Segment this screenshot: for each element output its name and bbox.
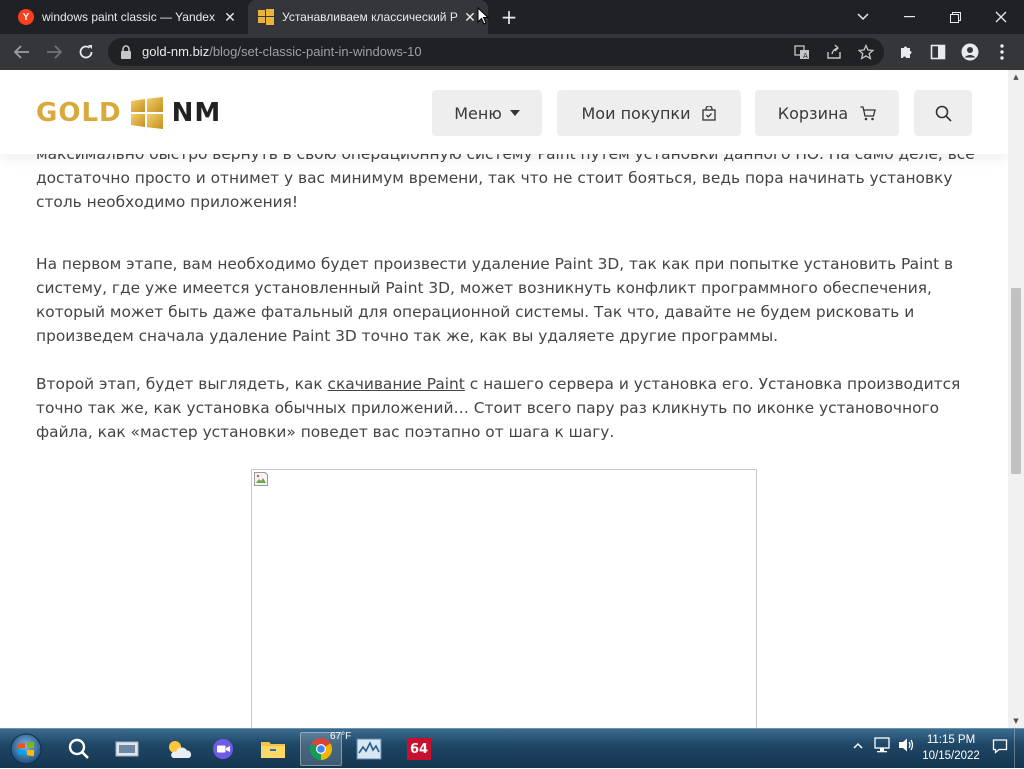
- url-domain: gold-nm.biz: [142, 44, 210, 59]
- svg-text:A: A: [803, 52, 808, 60]
- lock-icon[interactable]: [120, 45, 132, 59]
- teams-chat-button[interactable]: [202, 732, 244, 766]
- url-path: /blog/set-classic-paint-in-windows-10: [209, 44, 422, 59]
- site-logo[interactable]: GOLD NM: [36, 97, 221, 129]
- cart-button[interactable]: Корзина: [755, 90, 899, 136]
- cart-icon: [860, 105, 877, 121]
- close-window-button[interactable]: [978, 0, 1024, 34]
- windows-logo-icon: [258, 9, 274, 25]
- search-icon: [935, 105, 952, 122]
- folder-icon: [261, 742, 285, 758]
- forward-button[interactable]: [42, 40, 66, 64]
- tab-title: Устанавливаем классический Pa: [282, 10, 458, 24]
- share-icon[interactable]: [824, 42, 844, 62]
- my-purchases-button[interactable]: Мои покупки: [557, 90, 741, 136]
- article-paragraph: На первом этапе, вам необходимо будет пр…: [36, 255, 954, 345]
- menu-button[interactable]: Меню: [432, 90, 542, 136]
- side-panel-icon[interactable]: [926, 40, 950, 64]
- tab-title: windows paint classic — Yandex: [42, 10, 215, 24]
- windows-taskbar: 67°F 64 11:15 PM 10/15/2022: [0, 728, 1024, 769]
- paragraph-text: Второй этап, будет выглядеть, как: [36, 375, 328, 393]
- volume-icon[interactable]: [898, 737, 916, 756]
- start-button[interactable]: [6, 731, 46, 767]
- tab-close-icon[interactable]: ✕: [462, 9, 478, 25]
- profile-avatar-icon[interactable]: [958, 40, 982, 64]
- bookmark-star-icon[interactable]: [856, 42, 876, 62]
- system-clock[interactable]: 11:15 PM 10/15/2022: [918, 732, 984, 764]
- task-view-button[interactable]: [106, 732, 148, 766]
- network-icon[interactable]: [874, 737, 892, 756]
- back-button[interactable]: [10, 40, 34, 64]
- tab-close-icon[interactable]: ✕: [222, 9, 238, 25]
- clock-date: 10/15/2022: [922, 750, 980, 762]
- minimize-button[interactable]: [886, 0, 932, 34]
- windows-logo-icon: [130, 97, 163, 129]
- cart-label: Корзина: [777, 103, 849, 123]
- weather-widget[interactable]: 67°F: [158, 731, 351, 766]
- aida64-button[interactable]: 64: [398, 732, 440, 766]
- windows-orb-icon: [10, 733, 42, 765]
- scrollbar-thumb[interactable]: [1011, 288, 1021, 474]
- new-tab-button[interactable]: +: [497, 5, 521, 29]
- search-button[interactable]: [914, 90, 972, 136]
- menu-label: Меню: [454, 103, 502, 123]
- logo-text-gold: GOLD: [36, 98, 122, 128]
- tab-strip: Y windows paint classic — Yandex ✕ Устан…: [0, 0, 1024, 34]
- weather-partly-cloudy-icon: [169, 741, 192, 758]
- restore-button[interactable]: [932, 0, 978, 34]
- clock-time: 11:15 PM: [926, 734, 976, 746]
- tab-yandex[interactable]: Y windows paint classic — Yandex ✕: [8, 0, 248, 34]
- show-hidden-icons-button[interactable]: [853, 739, 863, 753]
- tab-search-button[interactable]: [840, 0, 886, 34]
- page-viewport: GOLD NM Меню Мои покупки Корзина максима…: [0, 70, 1008, 728]
- download-paint-link[interactable]: скачивание Paint: [328, 375, 465, 393]
- broken-image-icon: [254, 472, 268, 486]
- shopping-bag-icon: [702, 105, 717, 121]
- reload-button[interactable]: [74, 40, 98, 64]
- my-purchases-label: Мои покупки: [581, 103, 691, 123]
- task-view-icon: [115, 741, 139, 757]
- article-paragraph: Второй этап, будет выглядеть, как скачив…: [36, 372, 976, 444]
- tab-active-article[interactable]: Устанавливаем классический Pa ✕: [248, 0, 488, 34]
- scroll-down-arrow-icon[interactable]: ▼: [1008, 714, 1024, 728]
- system-monitor-icon: [356, 738, 382, 760]
- extensions-icon[interactable]: [894, 40, 918, 64]
- chrome-taskbar-button[interactable]: [300, 732, 342, 766]
- scroll-up-arrow-icon[interactable]: ▲: [1008, 70, 1024, 84]
- video-chat-icon: [213, 739, 233, 759]
- article-image-placeholder: [251, 469, 757, 728]
- caret-down-icon: [509, 110, 520, 116]
- site-header: GOLD NM Меню Мои покупки Корзина: [0, 70, 1008, 154]
- search-icon: [68, 738, 89, 759]
- file-explorer-button[interactable]: [252, 732, 294, 766]
- show-desktop-button[interactable]: [1014, 729, 1024, 769]
- taskbar-search-button[interactable]: [58, 732, 100, 766]
- monitor-app-button[interactable]: [348, 732, 390, 766]
- url-text: gold-nm.biz/blog/set-classic-paint-in-wi…: [142, 44, 422, 59]
- translate-icon[interactable]: A: [792, 42, 812, 62]
- mouse-cursor-icon: [477, 7, 489, 25]
- browser-menu-icon[interactable]: [990, 40, 1014, 64]
- action-center-icon[interactable]: [992, 738, 1008, 757]
- logo-text-nm: NM: [171, 98, 222, 128]
- browser-toolbar: gold-nm.biz/blog/set-classic-paint-in-wi…: [0, 34, 1024, 70]
- page-scrollbar[interactable]: ▲ ▼: [1008, 70, 1024, 728]
- yandex-icon: Y: [18, 9, 34, 25]
- chrome-icon: [310, 738, 332, 760]
- aida64-icon: 64: [407, 738, 431, 760]
- address-bar[interactable]: gold-nm.biz/blog/set-classic-paint-in-wi…: [108, 38, 884, 66]
